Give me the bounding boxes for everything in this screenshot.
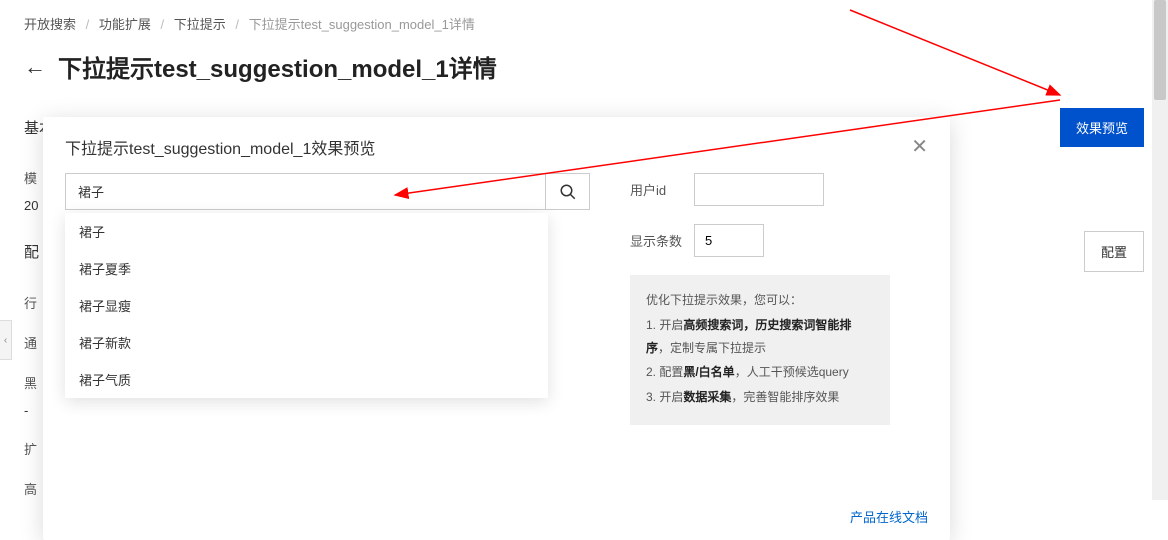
form-label: 扩 (24, 442, 37, 457)
modal-body: 裙子 裙子夏季 裙子显瘦 裙子新款 裙子气质 用户id 显示条数 优化下拉提示效… (43, 173, 950, 493)
tips-text: ，定制专属下拉提示 (658, 341, 766, 355)
doc-link-row: 产品在线文档 (43, 493, 950, 540)
tips-bold: 黑/白名单 (683, 365, 734, 379)
preview-button[interactable]: 效果预览 (1060, 108, 1144, 147)
page-title: 下拉提示test_suggestion_model_1详情 (58, 49, 497, 84)
count-field: 显示条数 (630, 224, 890, 257)
breadcrumb-item-0[interactable]: 开放搜索 (24, 17, 76, 32)
tips-bold: 数据采集 (683, 390, 731, 404)
breadcrumb-sep: / (86, 17, 90, 32)
suggestion-dropdown: 裙子 裙子夏季 裙子显瘦 裙子新款 裙子气质 (65, 213, 548, 398)
suggestion-item[interactable]: 裙子新款 (65, 324, 548, 361)
tips-text: 3. 开启 (646, 390, 683, 404)
form-value: 20 (24, 198, 38, 213)
user-id-field: 用户id (630, 173, 890, 206)
form-label: 模 (24, 171, 37, 186)
breadcrumb-sep: / (161, 17, 165, 32)
form-value: - (24, 403, 28, 418)
form-label: 高 (24, 482, 37, 497)
tips-text: ，人工干预候选query (735, 365, 849, 379)
config-title: 配 (24, 241, 39, 262)
scrollbar-thumb[interactable] (1154, 0, 1166, 100)
breadcrumb: 开放搜索 / 功能扩展 / 下拉提示 / 下拉提示test_suggestion… (0, 0, 1168, 43)
config-button[interactable]: 配置 (1084, 231, 1144, 272)
tips-line-3: 3. 开启数据采集，完善智能排序效果 (646, 386, 874, 409)
modal-right: 用户id 显示条数 优化下拉提示效果，您可以： 1. 开启高频搜索词，历史搜索词… (630, 173, 890, 473)
form-label: 行 (24, 296, 37, 311)
back-arrow-icon[interactable]: ← (24, 54, 46, 80)
form-label: 黑 (24, 376, 37, 391)
chevron-left-icon: ‹ (4, 335, 7, 346)
side-collapse-toggle[interactable]: ‹ (0, 320, 12, 360)
tips-text: 1. 开启 (646, 318, 683, 332)
suggestion-item[interactable]: 裙子夏季 (65, 250, 548, 287)
close-icon[interactable]: ✕ (911, 137, 928, 157)
modal-title: 下拉提示test_suggestion_model_1效果预览 (65, 135, 375, 159)
suggestion-item[interactable]: 裙子显瘦 (65, 287, 548, 324)
breadcrumb-item-2[interactable]: 下拉提示 (174, 17, 226, 32)
tips-line-2: 2. 配置黑/白名单，人工干预候选query (646, 361, 874, 384)
suggestion-item[interactable]: 裙子 (65, 213, 548, 250)
tips-text: 2. 配置 (646, 365, 683, 379)
search-input[interactable] (66, 174, 545, 209)
user-id-label: 用户id (630, 180, 694, 199)
modal-left: 裙子 裙子夏季 裙子显瘦 裙子新款 裙子气质 (65, 173, 590, 473)
tips-line-1: 1. 开启高频搜索词，历史搜索词智能排序，定制专属下拉提示 (646, 314, 874, 360)
preview-modal: 下拉提示test_suggestion_model_1效果预览 ✕ 裙子 裙子夏… (43, 117, 950, 540)
breadcrumb-item-1[interactable]: 功能扩展 (99, 17, 151, 32)
search-icon (559, 183, 577, 201)
user-id-input[interactable] (694, 173, 824, 206)
count-label: 显示条数 (630, 231, 694, 250)
modal-header: 下拉提示test_suggestion_model_1效果预览 ✕ (43, 117, 950, 173)
breadcrumb-sep: / (235, 17, 239, 32)
doc-link[interactable]: 产品在线文档 (850, 510, 928, 525)
page-header: ← 下拉提示test_suggestion_model_1详情 (0, 43, 1168, 104)
form-label: 通 (24, 336, 37, 351)
search-wrap (65, 173, 590, 210)
count-input[interactable] (694, 224, 764, 257)
search-button[interactable] (545, 174, 589, 209)
tips-intro: 优化下拉提示效果，您可以： (646, 289, 874, 312)
suggestion-item[interactable]: 裙子气质 (65, 361, 548, 398)
tips-box: 优化下拉提示效果，您可以： 1. 开启高频搜索词，历史搜索词智能排序，定制专属下… (630, 275, 890, 425)
scrollbar-track[interactable] (1152, 0, 1168, 500)
tips-text: ，完善智能排序效果 (731, 390, 839, 404)
breadcrumb-current: 下拉提示test_suggestion_model_1详情 (249, 17, 475, 32)
